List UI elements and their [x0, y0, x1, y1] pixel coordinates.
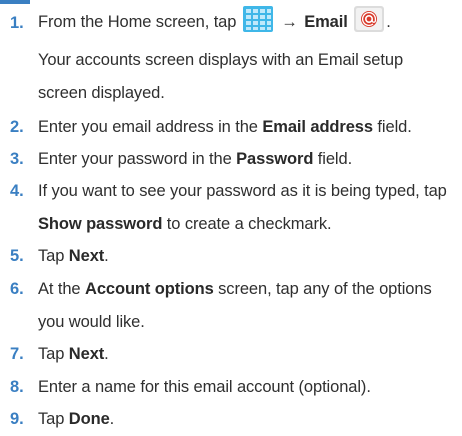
step-text: At the Account options screen, tap any o…: [38, 280, 432, 331]
step-bold-text: Next: [68, 345, 105, 363]
step-text: Tap Next.: [38, 247, 109, 265]
email-icon: [354, 6, 385, 44]
apps-grid-icon: [242, 6, 273, 44]
step-number: 6.: [10, 280, 24, 298]
step-text-part: From the Home screen, tap: [38, 13, 237, 31]
step-text: Enter you email address in the Email add…: [38, 118, 412, 136]
step-text: Enter your password in the Password fiel…: [38, 150, 353, 168]
step-text: Tap Done.: [38, 410, 115, 428]
step-bold-text: Next: [68, 247, 105, 265]
step-bold-text: Account options: [85, 280, 214, 298]
step-text: From the Home screen, tap → Email . Your…: [38, 6, 456, 110]
step-bold-text: Email: [304, 13, 348, 31]
step-number: 9.: [10, 410, 24, 428]
heading-fragment: [0, 0, 30, 4]
step-number: 5.: [10, 247, 24, 265]
step-text: If you want to see your password as it i…: [38, 182, 447, 233]
step-text-part: .: [386, 13, 391, 31]
step-number: 1.: [10, 14, 24, 32]
step-number: 2.: [10, 118, 24, 136]
step-bold-text: Email address: [262, 118, 373, 136]
step-note: Your accounts screen displays with an Em…: [38, 51, 404, 102]
step-number: 4.: [10, 182, 24, 200]
step-bold-text: Show password: [38, 215, 163, 233]
step-number: 8.: [10, 378, 24, 396]
step-text: Tap Next.: [38, 345, 109, 363]
step-number: 3.: [10, 150, 24, 168]
step-text: Enter a name for this email account (opt…: [38, 378, 371, 396]
step-bold-text: Done: [68, 410, 110, 428]
step-text-part: →: [281, 13, 298, 31]
step-number: 7.: [10, 345, 24, 363]
step-bold-text: Password: [236, 150, 314, 168]
